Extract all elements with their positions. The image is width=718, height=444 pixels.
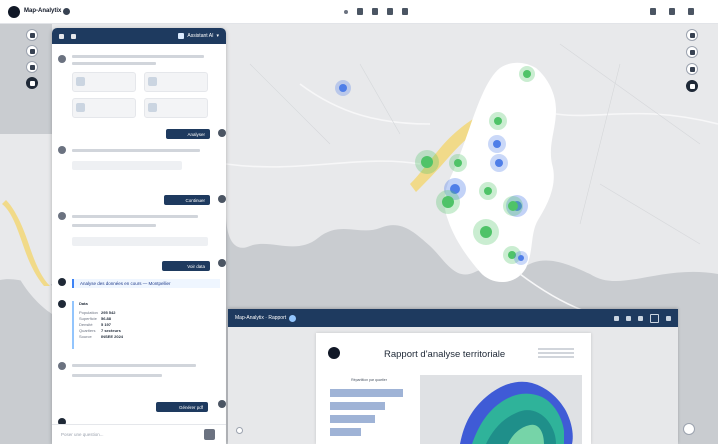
- input-field[interactable]: [72, 237, 208, 246]
- report-bar: [330, 389, 403, 397]
- message-line: [72, 374, 162, 377]
- option-card[interactable]: [72, 98, 136, 118]
- map-icon[interactable]: [357, 8, 363, 15]
- assistant-avatar: [58, 278, 66, 286]
- help-icon[interactable]: [683, 423, 695, 435]
- expand-icon[interactable]: [71, 33, 76, 39]
- globe-icon[interactable]: [26, 77, 38, 89]
- panel-header: Assistant AI ▾: [52, 28, 226, 44]
- window-icon[interactable]: [669, 8, 675, 15]
- assistant-panel: Assistant AI ▾ Analyser Continuer Voir d…: [52, 28, 226, 444]
- compass-icon[interactable]: [686, 29, 698, 41]
- result-title: Data: [79, 301, 88, 306]
- user-avatar: [218, 129, 226, 137]
- composer-placeholder: Poser une question...: [61, 432, 104, 437]
- report-window: Map-Analytix · Rapport Rapport d'analyse…: [228, 309, 678, 444]
- message-line: [72, 55, 204, 58]
- status-info: Analyse des données en cours — Montpelli…: [72, 279, 220, 288]
- action-label: Générer pdf: [178, 404, 203, 410]
- filter-icon[interactable]: [26, 61, 38, 73]
- report-header: Map-Analytix · Rapport: [228, 309, 678, 327]
- window-controls: [650, 8, 694, 15]
- left-toolbar: [26, 29, 38, 89]
- result-row: Source INSEE 2024: [79, 334, 124, 339]
- maximize-icon[interactable]: [650, 313, 659, 323]
- chevron-down-icon: ▾: [216, 33, 219, 39]
- action-label: Analyser: [187, 131, 205, 137]
- pen-icon[interactable]: [686, 46, 698, 58]
- app-menu-icon[interactable]: [63, 8, 70, 15]
- report-nav-icon[interactable]: [236, 427, 243, 434]
- action-label: Voir data: [187, 263, 205, 269]
- option-card[interactable]: [144, 72, 208, 92]
- layers-icon[interactable]: [26, 29, 38, 41]
- message-composer[interactable]: Poser une question...: [52, 424, 226, 444]
- assistant-avatar: [58, 362, 66, 370]
- app-logo-icon[interactable]: [8, 6, 20, 18]
- close-icon[interactable]: [666, 315, 671, 321]
- chart-caption: Répartition par quartier: [351, 378, 387, 382]
- message-line: [72, 215, 198, 218]
- assistant-avatar: [58, 146, 66, 154]
- user-avatar: [218, 400, 226, 408]
- send-icon[interactable]: [204, 429, 215, 440]
- action-button-2[interactable]: Continuer: [164, 195, 210, 205]
- print-icon[interactable]: [626, 315, 631, 321]
- model-icon: [178, 33, 185, 39]
- notification-icon[interactable]: [650, 8, 656, 15]
- share-icon[interactable]: [638, 315, 643, 321]
- top-toolbar: [344, 8, 408, 15]
- report-logo-icon: [328, 347, 340, 359]
- search-icon[interactable]: [26, 45, 38, 57]
- model-label: Assistant AI: [187, 33, 214, 39]
- report-bar: [330, 415, 375, 423]
- document-icon[interactable]: [402, 8, 408, 15]
- message-line: [72, 364, 196, 367]
- data-result: Data Population 295 542 Superficie 56.88 D…: [72, 301, 220, 349]
- info-icon[interactable]: [289, 314, 297, 322]
- action-button-1[interactable]: Analyser: [166, 129, 210, 139]
- table-icon[interactable]: [372, 8, 378, 15]
- more-icon[interactable]: [688, 8, 694, 15]
- report-map: [420, 375, 582, 444]
- report-tools: [614, 313, 671, 323]
- message-line: [72, 149, 200, 152]
- assistant-avatar: [58, 300, 66, 308]
- app-name: Map-Analytix: [24, 8, 62, 14]
- download-icon[interactable]: [614, 315, 619, 321]
- user-icon[interactable]: [686, 80, 698, 92]
- model-selector[interactable]: Assistant AI ▾: [178, 33, 219, 39]
- dot-icon[interactable]: [344, 10, 348, 14]
- user-avatar: [218, 259, 226, 267]
- action-label: Continuer: [185, 197, 205, 203]
- assistant-avatar: [58, 212, 66, 220]
- report-window-title: Map-Analytix · Rapport: [235, 315, 287, 321]
- option-card[interactable]: [144, 98, 208, 118]
- chart-icon[interactable]: [387, 8, 393, 15]
- input-field[interactable]: [72, 161, 182, 170]
- report-bar: [330, 428, 361, 436]
- report-page: Rapport d'analyse territoriale Répartiti…: [316, 333, 591, 444]
- action-button-3[interactable]: Voir data: [162, 261, 210, 271]
- settings-icon[interactable]: [686, 63, 698, 75]
- report-map-svg: [420, 375, 582, 444]
- close-icon[interactable]: [59, 33, 64, 39]
- right-toolbar: [686, 29, 698, 92]
- report-bar: [330, 402, 385, 410]
- top-bar: Map-Analytix: [0, 0, 718, 24]
- assistant-avatar: [58, 55, 66, 63]
- option-card[interactable]: [72, 72, 136, 92]
- message-line: [72, 224, 156, 227]
- report-meta: [538, 348, 574, 360]
- action-button-4[interactable]: Générer pdf: [156, 402, 208, 412]
- message-line: [72, 62, 156, 65]
- user-avatar: [218, 195, 226, 203]
- report-title: Rapport d'analyse territoriale: [384, 349, 506, 360]
